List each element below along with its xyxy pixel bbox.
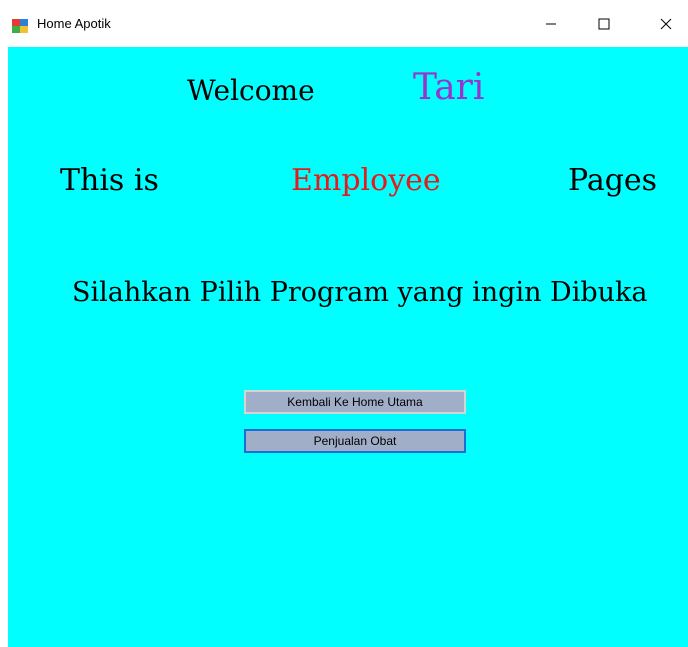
app-window: Home Apotik Welcome Tari This is Employe… [0,0,688,647]
app-window-icon[interactable] [12,18,28,33]
minimize-button[interactable] [528,0,574,47]
prompt-label: Silahkan Pilih Program yang ingin Dibuka [72,277,648,308]
role-label: Employee [291,163,441,198]
window-title: Home Apotik [37,16,111,31]
this-is-label: This is [60,163,159,198]
medicine-sales-button[interactable]: Penjualan Obat [244,429,466,453]
close-button[interactable] [643,0,688,47]
user-name-label: Tari [413,67,485,108]
maximize-button[interactable] [581,0,627,47]
form-client-area: Welcome Tari This is Employee Pages Sila… [8,47,688,647]
welcome-label: Welcome [187,74,315,107]
title-bar[interactable]: Home Apotik [0,0,688,47]
maximize-icon [598,18,610,29]
close-icon [660,18,672,29]
minimize-icon [546,23,556,24]
back-to-home-button[interactable]: Kembali Ke Home Utama [244,390,466,414]
pages-label: Pages [568,163,658,198]
